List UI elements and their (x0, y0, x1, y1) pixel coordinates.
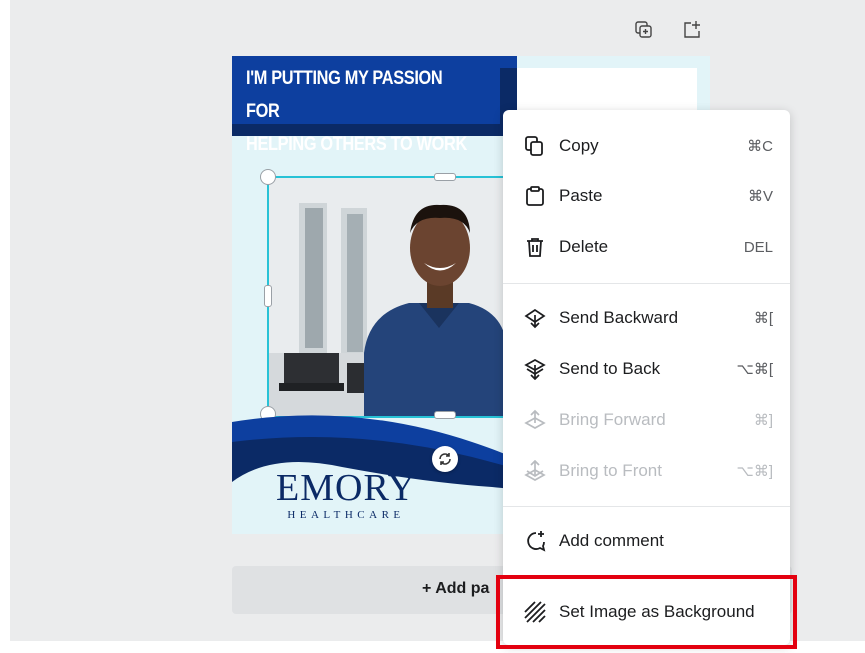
trash-icon (523, 235, 547, 259)
menu-item-shortcut: ⌘C (747, 138, 773, 155)
menu-item-shortcut: ⌘V (747, 188, 773, 205)
logo-sub-text: HEALTHCARE (287, 509, 405, 521)
menu-divider (503, 283, 790, 284)
menu-item-add-comment[interactable]: Add comment (503, 518, 790, 564)
menu-item-shortcut: ⌥⌘[ (736, 361, 773, 378)
menu-item-shortcut: ⌘] (753, 412, 773, 429)
emory-logo: EMORY HEALTHCARE (276, 468, 416, 522)
resize-handle-top[interactable] (434, 173, 456, 181)
menu-item-label: Send to Back (559, 359, 661, 378)
menu-item-bring-forward[interactable]: Bring Forward ⌘] (503, 397, 790, 443)
menu-item-label: Copy (559, 136, 599, 155)
page-tools (632, 18, 704, 42)
menu-item-shortcut: DEL (743, 238, 773, 256)
portrait-image (269, 178, 507, 416)
bring-to-front-icon (523, 459, 547, 483)
menu-item-copy[interactable]: Copy ⌘C (503, 123, 790, 169)
bring-forward-icon (523, 408, 547, 432)
rotate-icon[interactable] (432, 446, 458, 472)
menu-item-shortcut: ⌘[ (753, 310, 773, 327)
add-page-icon[interactable] (680, 18, 704, 42)
resize-handle-left[interactable] (264, 285, 272, 307)
menu-item-delete[interactable]: Delete DEL (503, 224, 790, 270)
headline-text[interactable]: I'M PUTTING MY PASSION FOR HELPING OTHER… (246, 62, 470, 161)
menu-item-shortcut: ⌥⌘] (736, 463, 773, 480)
comment-icon (523, 529, 547, 553)
menu-item-label: Add comment (559, 531, 664, 550)
send-backward-icon (523, 306, 547, 330)
duplicate-page-icon[interactable] (632, 18, 656, 42)
menu-item-label: Send Backward (559, 308, 679, 327)
logo-main-text: EMORY (276, 467, 417, 509)
menu-item-label: Bring Forward (559, 410, 666, 429)
selected-photo[interactable] (267, 176, 509, 418)
menu-item-send-backward[interactable]: Send Backward ⌘[ (503, 295, 790, 341)
left-edge (0, 0, 10, 653)
resize-handle-top-left[interactable] (260, 169, 276, 185)
send-to-back-icon (523, 357, 547, 381)
add-page-label: + Add pa (422, 580, 490, 597)
menu-divider (503, 506, 790, 507)
menu-item-bring-to-front[interactable]: Bring to Front ⌥⌘] (503, 448, 790, 494)
context-menu: Copy ⌘C Paste ⌘V Delete DEL Send Backwar… (503, 110, 790, 645)
menu-item-label: Paste (559, 186, 603, 205)
highlight-box (496, 575, 797, 649)
menu-item-paste[interactable]: Paste ⌘V (503, 173, 790, 219)
menu-item-send-to-back[interactable]: Send to Back ⌥⌘[ (503, 346, 790, 392)
paste-icon (523, 184, 547, 208)
copy-icon (523, 134, 547, 158)
menu-item-label: Delete (559, 237, 609, 256)
menu-item-label: Bring to Front (559, 461, 662, 480)
